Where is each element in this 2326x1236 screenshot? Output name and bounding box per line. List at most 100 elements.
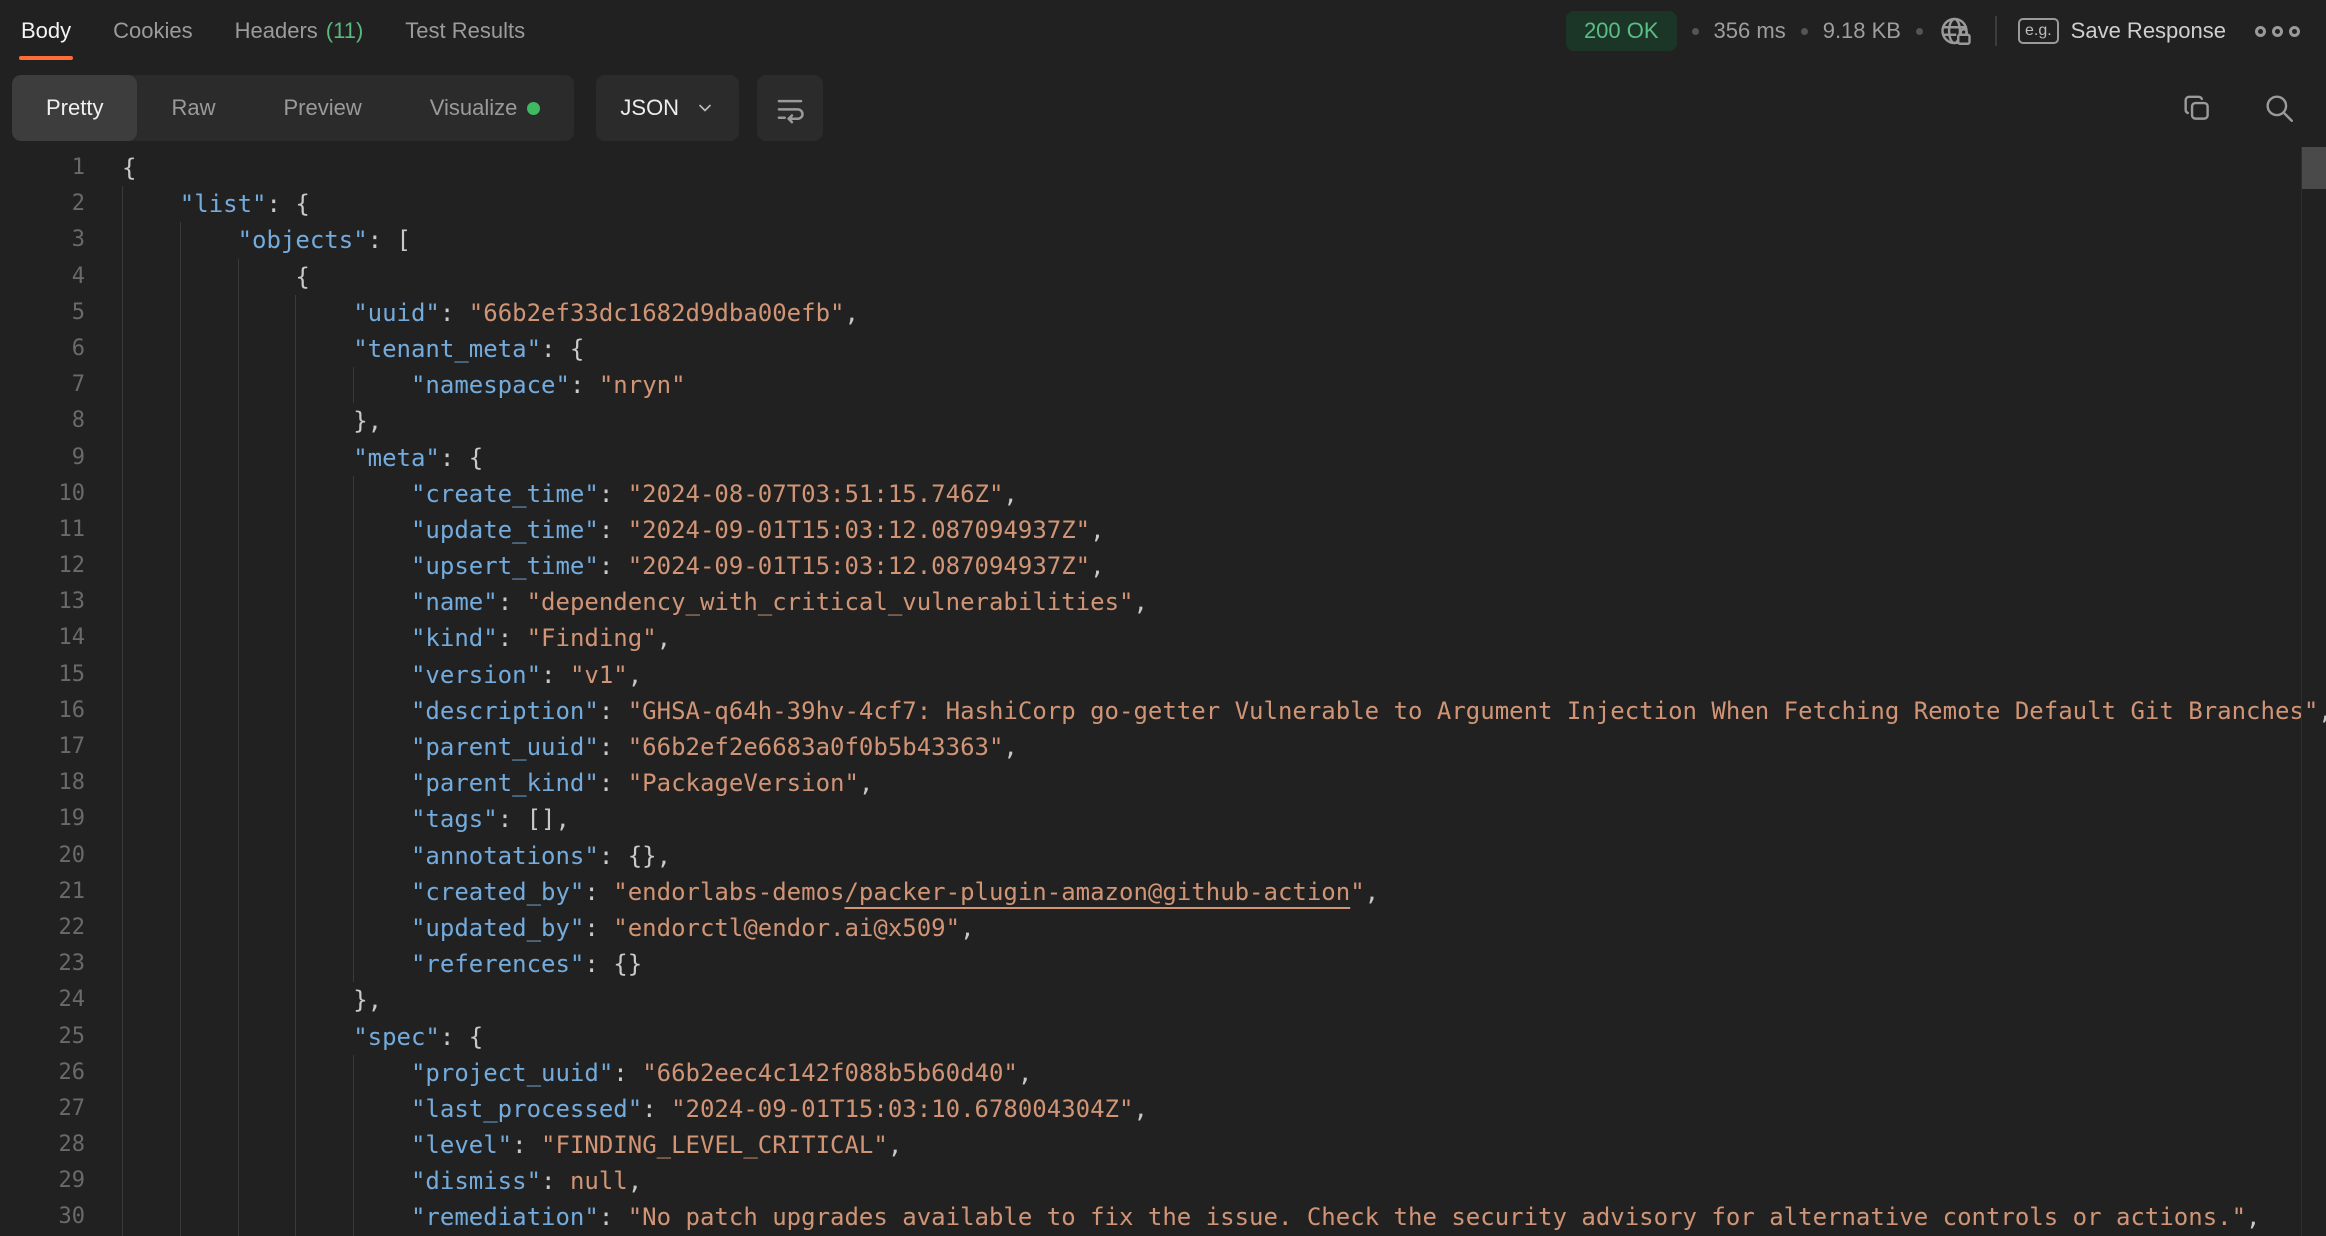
code-token: "v1" xyxy=(570,661,628,689)
code-line: 28"level": "FINDING_LEVEL_CRITICAL", xyxy=(0,1127,2326,1163)
indent-guide xyxy=(180,259,238,295)
line-number: 11 xyxy=(0,512,85,548)
indent-guide xyxy=(238,982,296,1018)
indent-guide xyxy=(180,440,238,476)
line-number: 12 xyxy=(0,548,85,584)
line-number: 9 xyxy=(0,440,85,476)
code-token: : [], xyxy=(498,805,570,833)
indent-guide xyxy=(353,874,411,910)
code-token: "description" xyxy=(411,697,599,725)
code-token: "dismiss" xyxy=(411,1167,541,1195)
indent-guide xyxy=(122,512,180,548)
code-line: 24}, xyxy=(0,982,2326,1018)
indent-guide xyxy=(122,657,180,693)
indent-guide xyxy=(122,1055,180,1091)
code-token: "spec" xyxy=(353,1023,440,1051)
code-line: 18"parent_kind": "PackageVersion", xyxy=(0,765,2326,801)
indent-guide xyxy=(295,729,353,765)
indent-guide xyxy=(238,295,296,331)
code-line: 26"project_uuid": "66b2eec4c142f088b5b60… xyxy=(0,1055,2326,1091)
indent-guide xyxy=(353,765,411,801)
code-token: "endorlabs-demos xyxy=(613,878,844,906)
indent-guide xyxy=(295,367,353,403)
copy-icon[interactable] xyxy=(2180,91,2214,125)
code-token: "objects" xyxy=(238,226,368,254)
line-number: 13 xyxy=(0,584,85,620)
indent-guide xyxy=(295,584,353,620)
code-token: , xyxy=(2246,1203,2260,1231)
line-number: 1 xyxy=(0,150,85,186)
indent-guide xyxy=(180,1127,238,1163)
code-token: , xyxy=(1133,1095,1147,1123)
code-token: : xyxy=(599,697,628,725)
indent-guide xyxy=(122,946,180,982)
indent-guide xyxy=(180,1163,238,1199)
line-number: 26 xyxy=(0,1055,85,1091)
code-token: "nryn" xyxy=(599,371,686,399)
tab-headers[interactable]: Headers (11) xyxy=(235,0,364,62)
language-select[interactable]: JSON xyxy=(596,75,739,141)
view-raw-button[interactable]: Raw xyxy=(137,75,249,141)
code-token: , xyxy=(1365,878,1379,906)
indent-guide xyxy=(295,874,353,910)
view-switcher: Pretty Raw Preview Visualize xyxy=(12,75,574,141)
indent-guide xyxy=(238,1163,296,1199)
code-line: 22"updated_by": "endorctl@endor.ai@x509"… xyxy=(0,910,2326,946)
code-token: "references" xyxy=(411,950,584,978)
code-token: : xyxy=(498,588,527,616)
search-icon[interactable] xyxy=(2262,91,2296,125)
indent-guide xyxy=(353,838,411,874)
view-preview-button[interactable]: Preview xyxy=(249,75,395,141)
code-editor[interactable]: 1{2"list": {3"objects": [4{5"uuid": "66b… xyxy=(0,150,2326,1236)
code-token: : xyxy=(599,552,628,580)
indent-guide xyxy=(238,1127,296,1163)
response-size: 9.18 KB xyxy=(1823,18,1901,44)
indent-guide xyxy=(122,331,180,367)
line-number: 22 xyxy=(0,910,85,946)
indent-guide xyxy=(122,1199,180,1235)
more-options-icon[interactable] xyxy=(2255,26,2300,37)
scrollbar-thumb[interactable] xyxy=(2302,147,2326,189)
indent-guide xyxy=(238,440,296,476)
code-token: "FINDING_LEVEL_CRITICAL" xyxy=(541,1131,888,1159)
line-number: 2 xyxy=(0,186,85,222)
tab-body[interactable]: Body xyxy=(21,0,71,62)
view-preview-label: Preview xyxy=(283,95,361,121)
code-token: : xyxy=(599,480,628,508)
code-token: "66b2eec4c142f088b5b60d40" xyxy=(642,1059,1018,1087)
tab-body-label: Body xyxy=(21,18,71,44)
separator-dot xyxy=(1692,28,1699,35)
indent-guide xyxy=(238,1199,296,1235)
wrap-lines-button[interactable] xyxy=(757,75,823,141)
code-token: "upsert_time" xyxy=(411,552,599,580)
save-response-button[interactable]: e.g. Save Response xyxy=(2018,18,2226,44)
line-number: 25 xyxy=(0,1019,85,1055)
response-time: 356 ms xyxy=(1714,18,1786,44)
status-badge: 200 OK xyxy=(1566,11,1677,51)
indent-guide xyxy=(295,801,353,837)
indent-guide xyxy=(238,874,296,910)
code-token: : xyxy=(642,1095,671,1123)
view-visualize-button[interactable]: Visualize xyxy=(396,75,575,141)
save-response-label: Save Response xyxy=(2071,18,2226,44)
code-token: , xyxy=(1003,480,1017,508)
network-security-icon[interactable] xyxy=(1938,13,1974,49)
code-token: "tags" xyxy=(411,805,498,833)
tab-cookies[interactable]: Cookies xyxy=(113,0,192,62)
view-pretty-button[interactable]: Pretty xyxy=(12,75,137,141)
code-token: "annotations" xyxy=(411,842,599,870)
code-token: : xyxy=(541,661,570,689)
code-token: "kind" xyxy=(411,624,498,652)
indent-guide xyxy=(295,1019,353,1055)
indent-guide xyxy=(122,259,180,295)
line-number: 30 xyxy=(0,1199,85,1235)
tab-test-results[interactable]: Test Results xyxy=(405,0,525,62)
code-token: "uuid" xyxy=(353,299,440,327)
indent-guide xyxy=(180,584,238,620)
code-token: "parent_kind" xyxy=(411,769,599,797)
indent-guide xyxy=(295,657,353,693)
line-number: 16 xyxy=(0,693,85,729)
code-link[interactable]: /packer-plugin-amazon@github-action xyxy=(844,878,1350,906)
scrollbar-track[interactable] xyxy=(2301,147,2326,1236)
divider xyxy=(1995,16,1997,46)
